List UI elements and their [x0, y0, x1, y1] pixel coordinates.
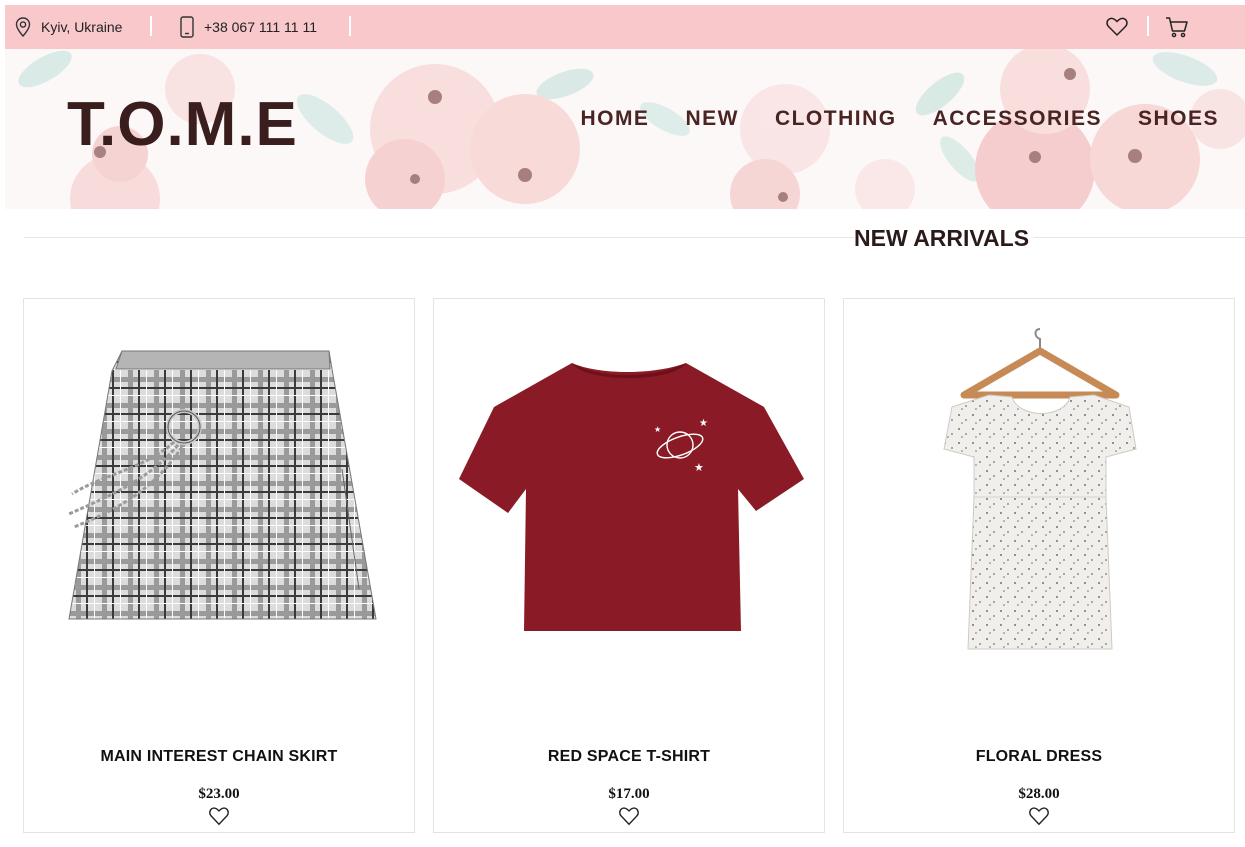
svg-text:★: ★	[654, 425, 661, 434]
location-info: Kyiv, Ukraine	[15, 5, 122, 49]
site-logo[interactable]: T.O.M.E	[67, 89, 298, 160]
heart-outline-icon[interactable]	[208, 805, 230, 827]
phone-text: +38 067 111 11 11	[204, 19, 318, 35]
nav-new[interactable]: NEW	[685, 107, 739, 131]
product-price: $23.00	[198, 786, 240, 802]
separator	[150, 16, 152, 36]
top-bar: Kyiv, Ukraine +38 067 111 11 11	[5, 5, 1245, 49]
nav-accessories[interactable]: ACCESSORIES	[933, 107, 1102, 131]
product-price: $28.00	[1018, 786, 1060, 802]
shopping-cart-icon[interactable]	[1165, 15, 1189, 39]
nav-home[interactable]: HOME	[580, 107, 649, 131]
product-name[interactable]: MAIN INTEREST CHAIN SKIRT	[24, 748, 414, 766]
nav-shoes[interactable]: SHOES	[1138, 107, 1219, 131]
product-name[interactable]: FLORAL DRESS	[844, 748, 1234, 766]
location-text: Kyiv, Ukraine	[41, 19, 123, 35]
smartphone-icon	[180, 16, 194, 38]
product-price: $17.00	[608, 786, 650, 802]
site-header: T.O.M.E HOME NEW CLOTHING ACCESSORIES SH…	[5, 49, 1245, 209]
nav-clothing[interactable]: CLOTHING	[775, 107, 897, 131]
heart-outline-icon[interactable]	[618, 805, 640, 827]
separator	[349, 16, 351, 36]
main-nav: HOME NEW CLOTHING ACCESSORIES SHOES	[544, 107, 1219, 131]
product-image-dress[interactable]	[844, 299, 1234, 719]
heart-outline-icon[interactable]	[1028, 805, 1050, 827]
product-card[interactable]: FLORAL DRESS $28.00	[843, 298, 1235, 833]
product-image-tshirt[interactable]: ★ ★ ★	[434, 299, 824, 719]
phone-info[interactable]: +38 067 111 11 11	[180, 5, 317, 49]
section-divider	[24, 237, 1245, 238]
product-name[interactable]: RED SPACE T-SHIRT	[434, 748, 824, 766]
product-card[interactable]: MAIN INTEREST CHAIN SKIRT $23.00	[23, 298, 415, 833]
product-image-skirt[interactable]	[24, 299, 414, 719]
separator	[1147, 16, 1149, 36]
product-card[interactable]: ★ ★ ★ RED SPACE T-SHIRT $17.00	[433, 298, 825, 833]
svg-text:★: ★	[694, 461, 704, 474]
svg-text:★: ★	[699, 418, 708, 429]
map-pin-icon	[15, 17, 31, 37]
heart-icon[interactable]	[1105, 15, 1129, 39]
section-title: NEW ARRIVALS	[854, 225, 1034, 252]
